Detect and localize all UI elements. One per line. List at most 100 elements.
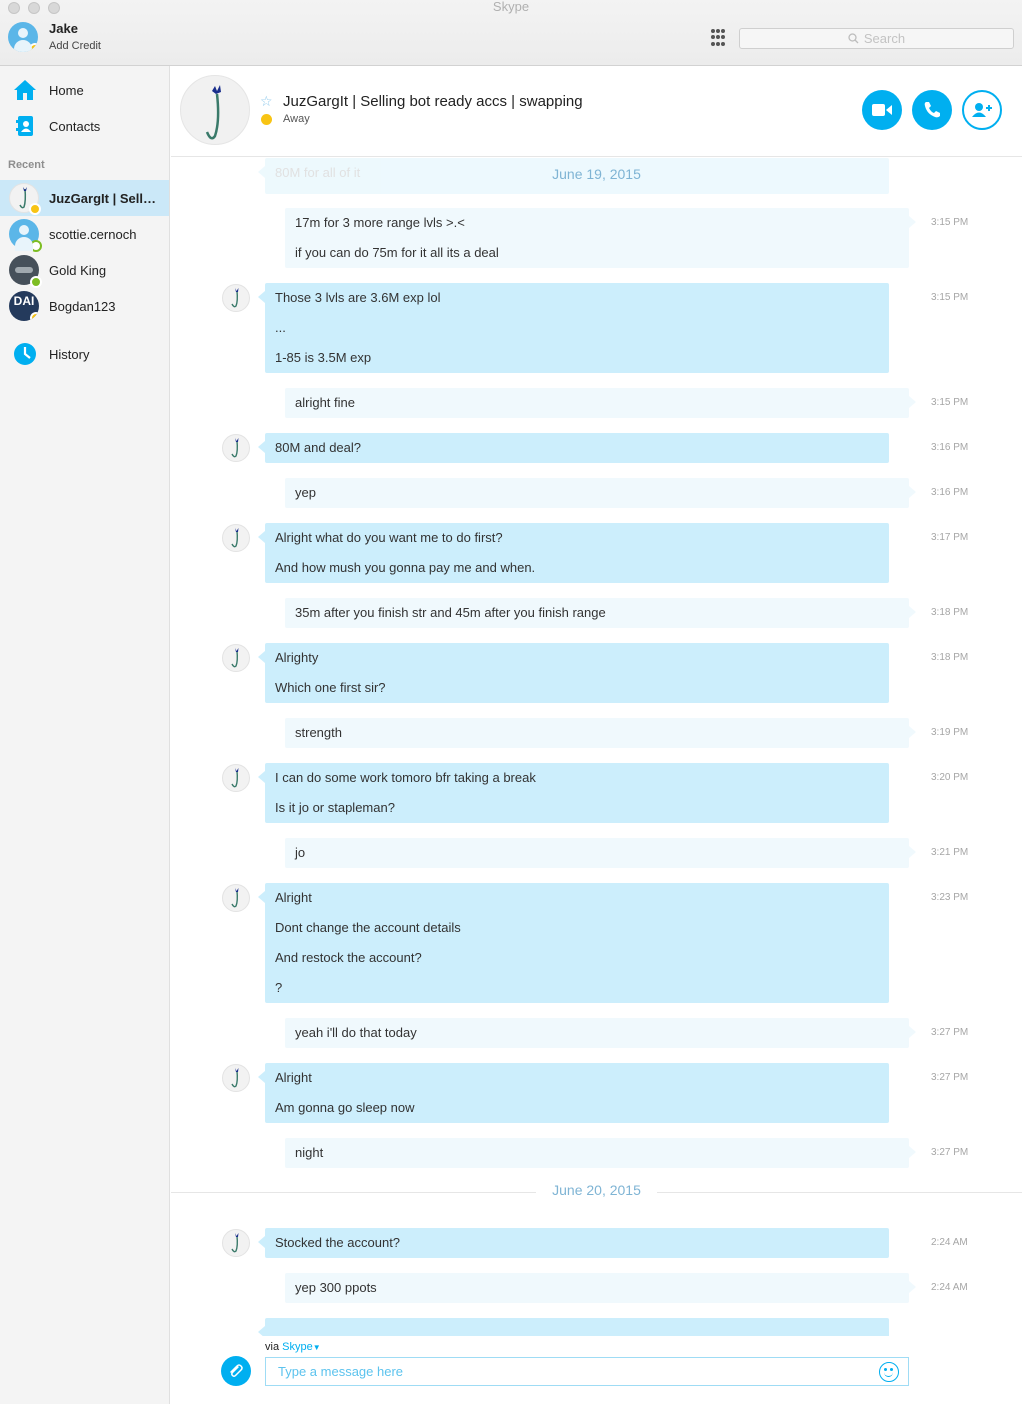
message-line: Alright [275, 1070, 312, 1085]
contact-avatar-large[interactable] [180, 75, 250, 145]
incoming-message[interactable]: Stocked the account? [258, 1228, 889, 1258]
add-credit-link[interactable]: Add Credit [49, 40, 101, 52]
date-label: June 20, 2015 [536, 1182, 657, 1198]
message-input[interactable] [265, 1357, 909, 1386]
away-status-icon [29, 43, 38, 52]
recent-conversation[interactable]: Gold King [0, 252, 169, 288]
sender-avatar[interactable] [222, 1229, 250, 1257]
add-participant-button[interactable] [962, 90, 1002, 130]
message-list[interactable]: 80M for all of it June 19, 2015 17m for … [171, 158, 1022, 1336]
sender-avatar[interactable] [222, 434, 250, 462]
message-timestamp: 3:27 PM [931, 1072, 969, 1083]
attach-file-button[interactable] [221, 1356, 251, 1386]
contact-avatar [9, 255, 42, 288]
video-call-button[interactable] [862, 90, 902, 130]
message-line: 35m after you finish str and 45m after y… [295, 605, 606, 620]
message-timestamp: 3:18 PM [931, 652, 969, 663]
incoming-message[interactable]: I can do some work tomoro bfr taking a b… [258, 763, 889, 823]
contact-avatar [9, 183, 41, 215]
online-status-icon [30, 276, 42, 288]
avatar-text: DAI [13, 294, 35, 308]
video-icon [872, 104, 892, 116]
message-timestamp: 3:15 PM [931, 292, 969, 303]
offline-status-icon [30, 240, 42, 252]
recent-conversation[interactable]: scottie.cernoch [0, 216, 169, 252]
title-bar: Skype Jake Add Credit Search [0, 0, 1022, 66]
incoming-message[interactable]: Those 3 lvls are 3.6M exp lol... 1-85 is … [258, 283, 889, 373]
message-line: Those 3 lvls are 3.6M exp lol [275, 290, 441, 305]
search-input[interactable]: Search [739, 28, 1014, 49]
message-line: Alrighty [275, 650, 319, 665]
user-avatar[interactable] [8, 22, 38, 52]
user-profile[interactable]: Jake Add Credit [8, 22, 101, 52]
sidebar-item-label: Home [49, 82, 84, 98]
incoming-message[interactable]: Alright Am gonna go sleep now [258, 1063, 889, 1123]
via-label: via [265, 1341, 280, 1353]
outgoing-message[interactable]: yep [285, 478, 916, 508]
dialpad-icon[interactable] [711, 29, 725, 47]
conversation-header: ☆ JuzGargIt | Selling bot ready accs | s… [171, 66, 1022, 157]
message-timestamp: 2:24 AM [931, 1282, 968, 1293]
search-icon [848, 33, 859, 44]
message-timestamp: 3:16 PM [931, 442, 969, 453]
add-contact-icon [972, 103, 992, 117]
outgoing-message[interactable]: jo [285, 838, 916, 868]
sender-avatar[interactable] [222, 1064, 250, 1092]
message-line: Is it jo or stapleman? [275, 800, 395, 815]
incoming-message[interactable]: 80M and deal? [258, 433, 889, 463]
message-line: jo [295, 845, 306, 860]
sender-avatar[interactable] [222, 764, 250, 792]
outgoing-message[interactable]: 35m after you finish str and 45m after y… [285, 598, 916, 628]
audio-call-button[interactable] [912, 90, 952, 130]
message-line: if you can do 75m for it all its a deal [295, 245, 499, 260]
message-line: ? [275, 980, 283, 995]
favorite-star-icon[interactable]: ☆ [260, 93, 273, 110]
emoticon-icon[interactable] [879, 1362, 899, 1382]
message-line: Am gonna go sleep now [275, 1100, 415, 1115]
message-line: yep [295, 485, 316, 500]
outgoing-message[interactable]: strength [285, 718, 916, 748]
message-timestamp: 3:15 PM [931, 397, 969, 408]
search-placeholder: Search [863, 31, 906, 46]
outgoing-message[interactable]: alright fine [285, 388, 916, 418]
message-line: ... [275, 320, 286, 335]
chevron-down-icon[interactable]: ▼ [313, 1343, 321, 1352]
message-line: strength [295, 725, 342, 740]
via-selector[interactable]: via Skype▼ [265, 1341, 321, 1353]
incoming-message[interactable]: Alright what do you want me to do first?… [258, 523, 889, 583]
message-line: 80M and deal? [275, 440, 362, 455]
sidebar-item-home[interactable]: Home [0, 72, 169, 108]
message-line: Alright [275, 890, 312, 905]
via-service[interactable]: Skype [282, 1341, 313, 1353]
outgoing-message[interactable]: night [285, 1138, 916, 1168]
sidebar-item-history[interactable]: History [0, 336, 169, 372]
away-status-icon [261, 114, 272, 125]
history-icon [12, 341, 38, 367]
message-timestamp: 3:15 PM [931, 217, 969, 228]
outgoing-message[interactable]: yep 300 ppots [285, 1273, 916, 1303]
message-line: yep 300 ppots [295, 1280, 377, 1295]
message-line: And restock the account? [275, 950, 422, 965]
message-timestamp: 3:18 PM [931, 607, 969, 618]
away-status-icon [29, 203, 41, 215]
sender-avatar[interactable] [222, 284, 250, 312]
sender-avatar[interactable] [222, 884, 250, 912]
recent-conversation[interactable]: JuzGargIt | Selli... [0, 180, 169, 216]
sender-avatar[interactable] [222, 524, 250, 552]
incoming-message[interactable]: Alrighty Which one first sir? [258, 643, 889, 703]
date-label: June 19, 2015 [552, 166, 641, 182]
message-line: Dont change the account details [275, 920, 461, 935]
app-title: Skype [492, 0, 530, 14]
recent-conversation[interactable]: DAI Bogdan123 [0, 288, 169, 324]
message-line: Alright what do you want me to do first? [275, 530, 503, 545]
incoming-message[interactable]: Alright Dont change the account details An… [258, 883, 889, 1003]
sidebar-item-label: History [49, 346, 90, 362]
paperclip-icon [230, 1364, 243, 1377]
message-timestamp: 3:23 PM [931, 892, 969, 903]
sidebar-item-contacts[interactable]: Contacts [0, 108, 169, 144]
message-line: night [295, 1145, 324, 1160]
outgoing-message[interactable]: 17m for 3 more range lvls >.< if you can … [285, 208, 916, 268]
incoming-message[interactable] [258, 1318, 889, 1336]
sender-avatar[interactable] [222, 644, 250, 672]
outgoing-message[interactable]: yeah i'll do that today [285, 1018, 916, 1048]
